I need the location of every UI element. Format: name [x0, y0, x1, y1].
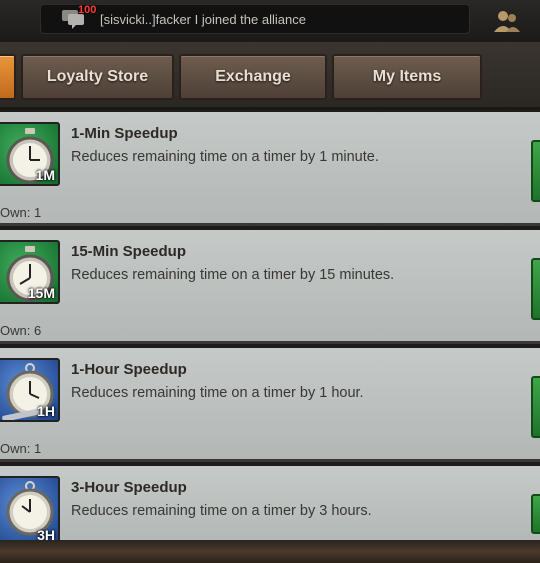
- item-icon-label: 1M: [35, 167, 55, 183]
- item-title: 3-Hour Speedup: [71, 479, 187, 496]
- item-owned-count: Own: 6: [0, 323, 42, 338]
- item-owned-count: Own: 1: [0, 205, 42, 220]
- background-terrain: [0, 540, 540, 563]
- pocket-watch-icon: 1H: [0, 358, 60, 422]
- item-description: Reduces remaining time on a timer by 1 m…: [71, 149, 379, 165]
- alliance-members-icon[interactable]: [492, 8, 522, 34]
- list-item: 15M 15-Min Speedup Reduces remaining tim…: [0, 230, 540, 344]
- item-owned-count: Own: 1: [0, 441, 42, 456]
- chat-message-text: [sisvicki..]facker I joined the alliance: [100, 12, 306, 27]
- stopwatch-icon: 1M: [0, 122, 60, 186]
- list-item: 1H 1-Hour Speedup Reduces remaining time…: [0, 348, 540, 462]
- item-title: 1-Hour Speedup: [71, 361, 187, 378]
- use-button[interactable]: [531, 140, 540, 202]
- pocket-watch-icon: 3H: [0, 476, 60, 546]
- item-list[interactable]: 1M 1-Min Speedup Reduces remaining time …: [0, 110, 540, 546]
- item-description: Reduces remaining time on a timer by 3 h…: [71, 503, 372, 519]
- tab-exchange[interactable]: Exchange: [179, 54, 327, 100]
- use-button[interactable]: [531, 376, 540, 438]
- chat-bar[interactable]: 100 [sisvicki..]facker I joined the alli…: [0, 0, 540, 42]
- stopwatch-icon: 15M: [0, 240, 60, 304]
- use-button[interactable]: [531, 494, 540, 534]
- tab-my-items[interactable]: My Items: [332, 54, 482, 100]
- tab-loyalty-store[interactable]: Loyalty Store: [21, 54, 174, 100]
- item-description: Reduces remaining time on a timer by 1 h…: [71, 385, 364, 401]
- use-button[interactable]: [531, 258, 540, 320]
- tab-bar: Loyalty Store Exchange My Items: [0, 42, 540, 110]
- item-title: 1-Min Speedup: [71, 125, 178, 142]
- item-description: Reduces remaining time on a timer by 15 …: [71, 267, 395, 283]
- list-item: 3H 3-Hour Speedup Reduces remaining time…: [0, 466, 540, 546]
- item-title: 15-Min Speedup: [71, 243, 187, 260]
- list-item: 1M 1-Min Speedup Reduces remaining time …: [0, 112, 540, 226]
- item-icon-label: 1H: [37, 403, 55, 419]
- item-icon-label: 15M: [27, 285, 55, 301]
- tab-active-store[interactable]: [0, 54, 16, 100]
- chat-unread-badge: 100: [78, 4, 97, 16]
